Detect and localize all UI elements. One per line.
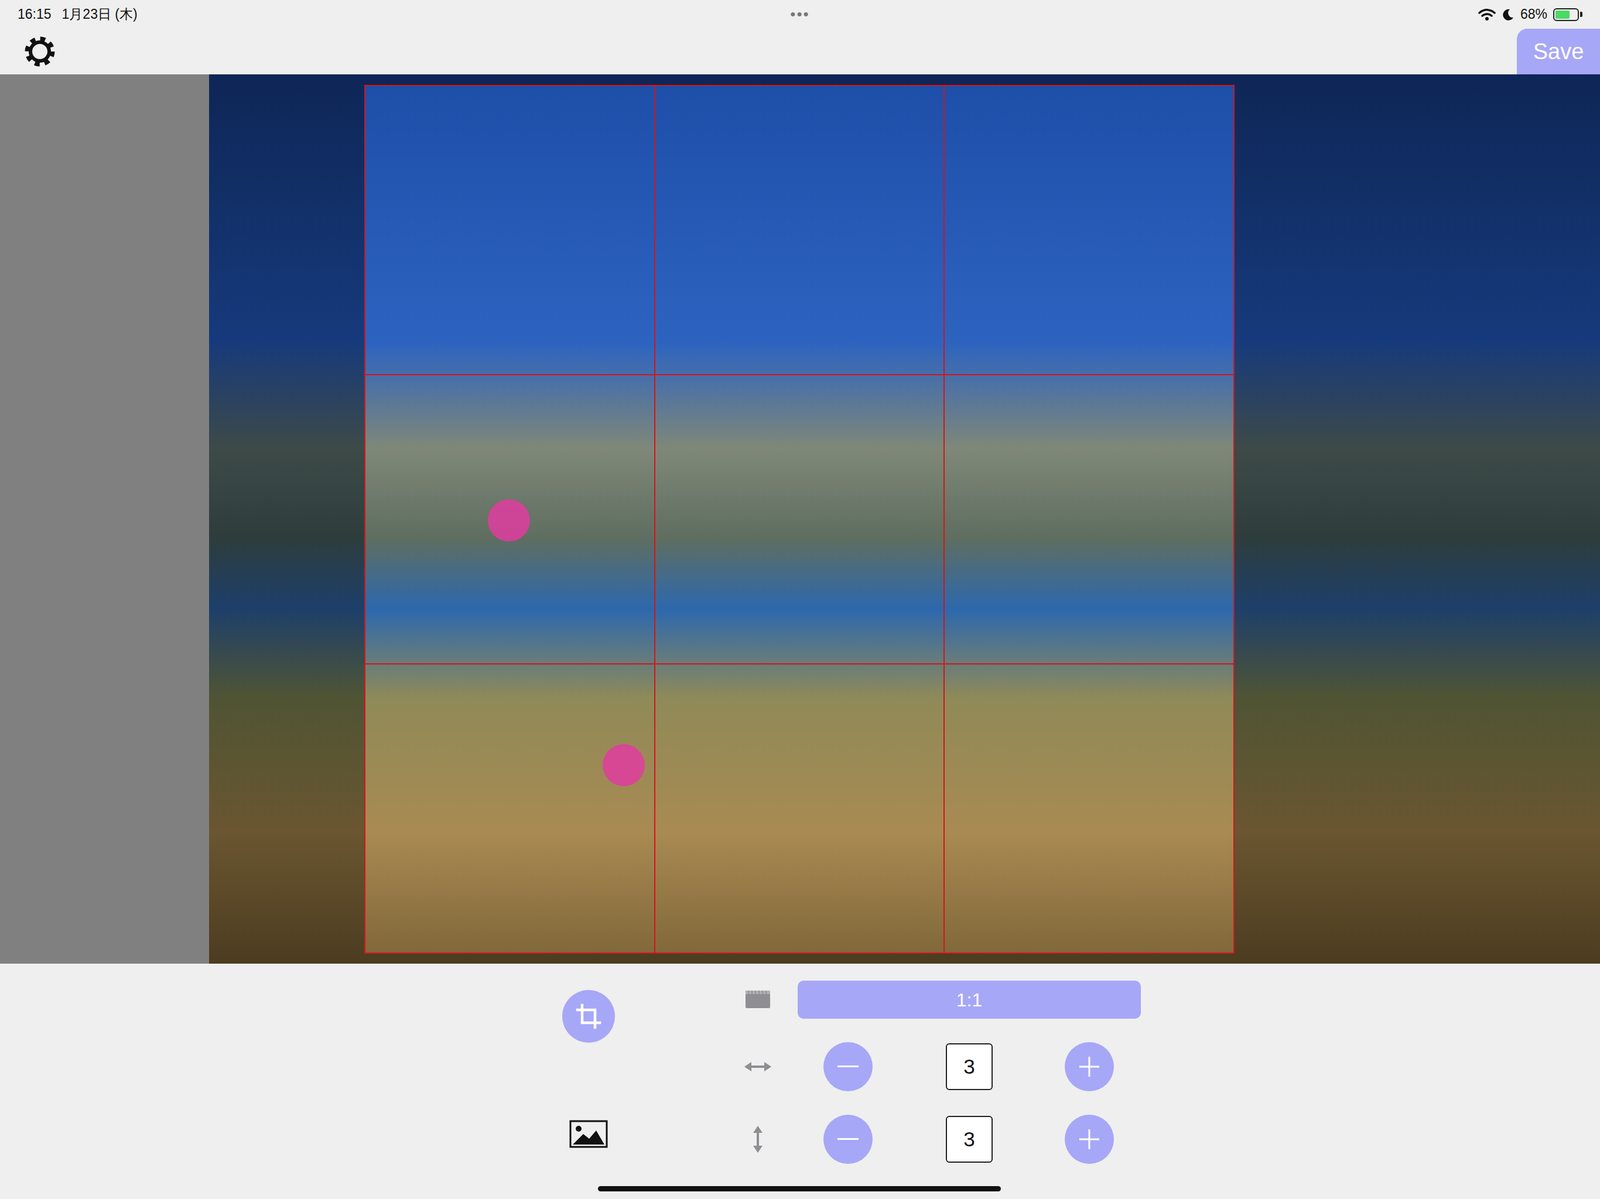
grid-cell <box>365 664 656 955</box>
minus-icon <box>836 1137 860 1142</box>
grid-cell <box>944 664 1235 955</box>
control-panel: 1:1 3 3 <box>0 963 1600 1199</box>
status-date: 1月23日 (木) <box>62 4 138 25</box>
battery-percent: 68% <box>1520 4 1548 25</box>
rows-minus-button[interactable] <box>823 1115 873 1165</box>
editor-canvas <box>0 74 1600 964</box>
save-button[interactable]: Save <box>1516 28 1600 75</box>
wifi-icon <box>1478 8 1496 22</box>
multitask-dots[interactable]: ••• <box>790 2 810 26</box>
status-time: 16:15 <box>17 4 52 25</box>
home-indicator[interactable] <box>597 1186 1001 1192</box>
minus-icon <box>836 1065 860 1069</box>
canvas-margin <box>0 74 210 964</box>
crop-icon <box>575 1003 603 1031</box>
touch-point <box>602 744 645 787</box>
grid-cell <box>655 375 946 665</box>
grid-cell <box>365 86 656 376</box>
aspect-ratio-icon <box>743 989 772 1011</box>
horizontal-arrow-icon <box>743 1060 773 1075</box>
gear-icon[interactable] <box>23 35 57 68</box>
grid-controls: 1:1 3 3 <box>740 963 1161 1199</box>
rows-plus-button[interactable] <box>1064 1115 1114 1165</box>
battery-fill <box>1555 10 1570 19</box>
columns-value[interactable]: 3 <box>945 1043 993 1091</box>
grid-cell <box>655 664 946 955</box>
battery-shell <box>1553 8 1579 22</box>
crop-tool-button[interactable] <box>562 990 615 1044</box>
grid-cell <box>944 86 1235 376</box>
rows-value[interactable]: 3 <box>945 1116 993 1164</box>
top-toolbar: Save <box>0 28 1600 75</box>
columns-minus-button[interactable] <box>823 1042 873 1092</box>
plus-icon <box>1078 1055 1101 1079</box>
battery-icon <box>1553 8 1583 22</box>
image-tool-button[interactable] <box>562 1108 615 1161</box>
tool-list <box>562 963 615 1199</box>
photo[interactable] <box>209 74 1600 964</box>
vertical-arrow-icon <box>750 1125 765 1155</box>
status-bar: 16:15 1月23日 (木) ••• 68% <box>0 0 1600 29</box>
touch-point <box>487 499 531 542</box>
app-window: 16:15 1月23日 (木) ••• 68% <box>0 0 1600 1199</box>
plus-icon <box>1078 1128 1101 1151</box>
aspect-ratio-button[interactable]: 1:1 <box>797 980 1141 1020</box>
columns-plus-button[interactable] <box>1064 1042 1114 1092</box>
image-icon <box>569 1120 608 1149</box>
grid-cell <box>655 86 946 376</box>
grid-cell <box>944 375 1235 665</box>
moon-icon <box>1501 8 1515 22</box>
